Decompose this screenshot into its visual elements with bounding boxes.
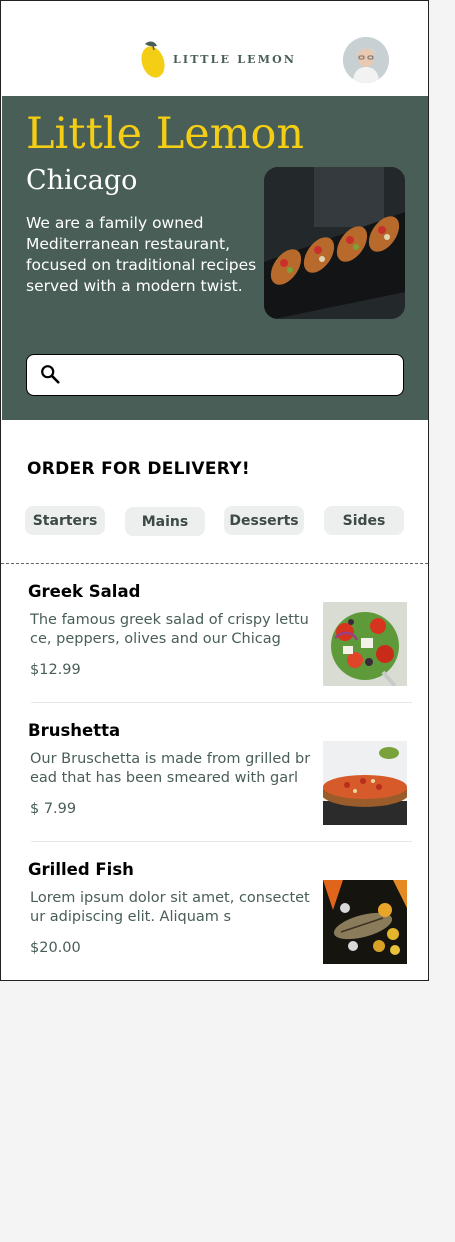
menu-item-image <box>323 602 407 686</box>
category-chip-sides[interactable]: Sides <box>324 506 404 535</box>
order-title: ORDER FOR DELIVERY! <box>27 459 250 479</box>
logo-text: LITTLE LEMON <box>173 53 297 66</box>
menu-item-description: The famous greek salad of crispy lettuce… <box>30 612 309 647</box>
menu-item-description: Lorem ipsum dolor sit amet, consectetur … <box>30 890 310 925</box>
bruschetta-platter-icon <box>264 167 405 319</box>
menu-item-price: $20.00 <box>30 940 81 956</box>
menu-item-price: $ 7.99 <box>30 801 77 817</box>
header: LITTLE LEMON <box>1 1 428 96</box>
logo[interactable]: LITTLE LEMON <box>139 38 294 80</box>
profile-avatar[interactable] <box>343 37 389 83</box>
menu-item-name: Brushetta <box>28 721 121 740</box>
hero-image <box>264 167 405 319</box>
hero-banner: Little Lemon Chicago We are a family own… <box>2 96 428 420</box>
menu-item-image <box>323 880 407 964</box>
app-screen: LITTLE LEMON Little Lemon Chicago We are… <box>0 0 429 981</box>
menu-item-price: $12.99 <box>30 662 81 678</box>
hero-description: We are a family owned Mediterranean rest… <box>26 214 257 295</box>
category-chip-starters[interactable]: Starters <box>25 506 105 535</box>
search-input[interactable] <box>71 361 395 391</box>
grilled-fish-photo-icon <box>323 880 407 964</box>
hero-title: Little Lemon <box>26 109 305 159</box>
bruschetta-photo-icon <box>323 741 407 825</box>
search-bar[interactable] <box>26 354 404 396</box>
menu-item-grilled-fish[interactable]: Grilled Fish Lorem ipsum dolor sit amet,… <box>1 842 428 980</box>
menu-item-name: Greek Salad <box>28 582 141 601</box>
category-chip-desserts[interactable]: Desserts <box>224 506 304 535</box>
hero-city: Chicago <box>26 165 138 196</box>
menu-item-name: Grilled Fish <box>28 860 134 879</box>
menu-item-image <box>323 741 407 825</box>
menu-item-brushetta[interactable]: Brushetta Our Bruschetta is made from gr… <box>1 703 428 842</box>
menu-item-description: Our Bruschetta is made from grilled brea… <box>30 751 311 786</box>
menu-item-greek-salad[interactable]: Greek Salad The famous greek salad of cr… <box>1 564 428 703</box>
search-icon[interactable] <box>39 363 61 385</box>
category-chip-mains[interactable]: Mains <box>125 507 205 536</box>
greek-salad-photo-icon <box>323 602 407 686</box>
lemon-logo-icon <box>141 41 165 78</box>
profile-photo-icon <box>343 37 389 83</box>
